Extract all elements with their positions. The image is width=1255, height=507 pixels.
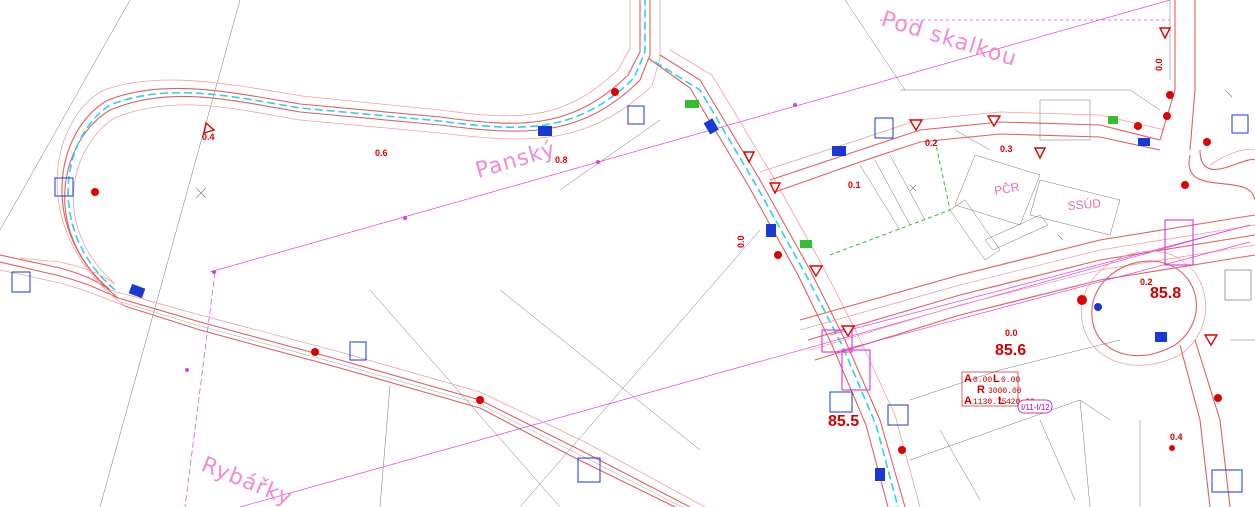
sign-give-way bbox=[908, 119, 924, 132]
east-road bbox=[759, 0, 1196, 193]
sign-red-circle bbox=[611, 88, 619, 96]
sign-give-way bbox=[768, 182, 782, 195]
sign-panel bbox=[829, 391, 853, 413]
sign-red-circle bbox=[1163, 112, 1171, 120]
chainage-label: 0.6 bbox=[375, 148, 388, 158]
curve-r-label: R bbox=[977, 384, 985, 396]
km-post-855: 85.5 bbox=[828, 413, 859, 430]
street-label-rybarky: Rybářky bbox=[198, 452, 296, 507]
sign-red-circle bbox=[1214, 394, 1222, 402]
sign-give-way bbox=[1033, 147, 1047, 160]
curve-l1-value: 0.00 bbox=[1001, 376, 1020, 385]
curve-a1-label: A bbox=[964, 373, 972, 385]
sign-green-panel bbox=[1108, 116, 1118, 124]
sign-panel bbox=[874, 117, 894, 139]
sign-red-circle bbox=[1134, 122, 1142, 130]
chainage-label: 0.8 bbox=[555, 155, 568, 165]
sign-red-circle bbox=[1077, 295, 1087, 305]
sign-blue-circle bbox=[1094, 303, 1102, 311]
main-road-north-south bbox=[647, 49, 921, 507]
traffic-signs bbox=[11, 27, 1252, 493]
sign-red-circle bbox=[774, 251, 782, 259]
sign-red-circle bbox=[91, 188, 99, 196]
sign-red-circle bbox=[311, 348, 319, 356]
sign-red-circle bbox=[1203, 138, 1211, 146]
chainage-label: 0.1 bbox=[848, 180, 861, 190]
sign-panel bbox=[1224, 269, 1252, 301]
construction-lines bbox=[184, 0, 1231, 507]
street-label-pod-skalkou: Pod skalkou bbox=[878, 7, 1020, 72]
highway bbox=[799, 214, 1255, 361]
sign-green-panel bbox=[685, 100, 699, 108]
sign-give-way bbox=[986, 115, 1002, 128]
curve-l1-label: L bbox=[993, 373, 1000, 385]
green-fence bbox=[829, 139, 951, 256]
curve-l2-label: L bbox=[998, 395, 1005, 407]
sign-give-way bbox=[742, 151, 756, 164]
sign-red-circle bbox=[1169, 445, 1175, 451]
sign-panel bbox=[1231, 114, 1249, 134]
sign-red-circle bbox=[1166, 91, 1174, 99]
building-label-ssud: SSÚD bbox=[1067, 195, 1102, 213]
sign-give-way bbox=[1158, 27, 1172, 40]
sign-red-circle bbox=[898, 446, 906, 454]
chainage-label: 0.0 bbox=[1005, 328, 1018, 338]
chainage-label: 0.0 bbox=[736, 235, 746, 248]
cad-road-plan: Pod skalkou Panský Rybářky PČR SSÚD 0.4 … bbox=[0, 0, 1255, 507]
road-number-text: I/11-I/12 bbox=[1021, 403, 1050, 412]
highlight-boxes bbox=[821, 219, 1194, 391]
sign-green-panel bbox=[800, 240, 812, 248]
km-post-858: 85.8 bbox=[1150, 285, 1181, 302]
sign-panel bbox=[11, 271, 31, 293]
hairpin-road bbox=[0, 0, 661, 307]
curve-a2-label: A bbox=[964, 395, 972, 407]
interchange-east bbox=[1081, 149, 1255, 507]
sign-blue-board bbox=[832, 146, 846, 156]
sign-panel bbox=[887, 404, 909, 426]
curve-r-value: 3000.00 bbox=[988, 387, 1022, 396]
sign-blue-board bbox=[766, 224, 776, 237]
chainage-label: 0.4 bbox=[1170, 432, 1183, 442]
sign-blue-board bbox=[1155, 332, 1167, 342]
building-label-pcr: PČR bbox=[993, 179, 1021, 198]
chainage-label: 0.0 bbox=[1154, 58, 1164, 71]
sign-give-way bbox=[1203, 334, 1219, 347]
sign-red-circle bbox=[476, 396, 484, 404]
sign-blue-board bbox=[875, 468, 885, 481]
sign-blue-board bbox=[1138, 138, 1150, 146]
road-number-badge: I/11-I/12 bbox=[1017, 399, 1053, 414]
sign-blue-board bbox=[538, 126, 552, 136]
chainage-label: 0.2 bbox=[925, 138, 938, 148]
chainage-label: 0.3 bbox=[1000, 144, 1013, 154]
km-post-856: 85.6 bbox=[995, 342, 1026, 359]
sign-red-circle bbox=[1181, 181, 1189, 189]
chainage-label: 0.4 bbox=[202, 132, 215, 142]
sign-panel bbox=[627, 105, 645, 125]
